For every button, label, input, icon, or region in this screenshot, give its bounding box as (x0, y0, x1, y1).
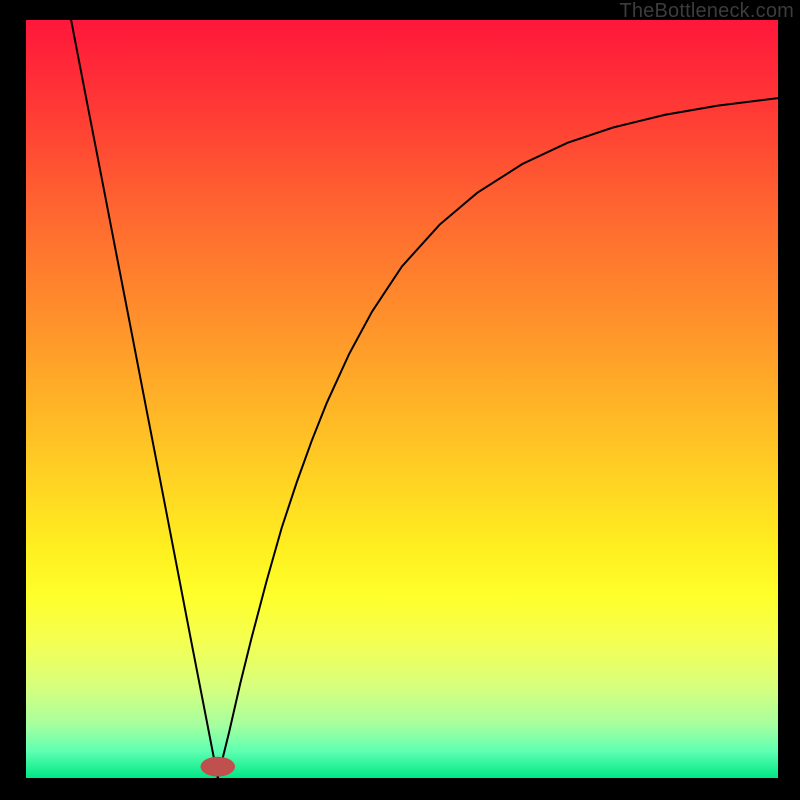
bottleneck-chart (26, 20, 778, 778)
chart-frame (26, 20, 778, 778)
chart-background (26, 20, 778, 778)
bottleneck-marker (200, 757, 235, 777)
watermark-text: TheBottleneck.com (619, 0, 794, 23)
